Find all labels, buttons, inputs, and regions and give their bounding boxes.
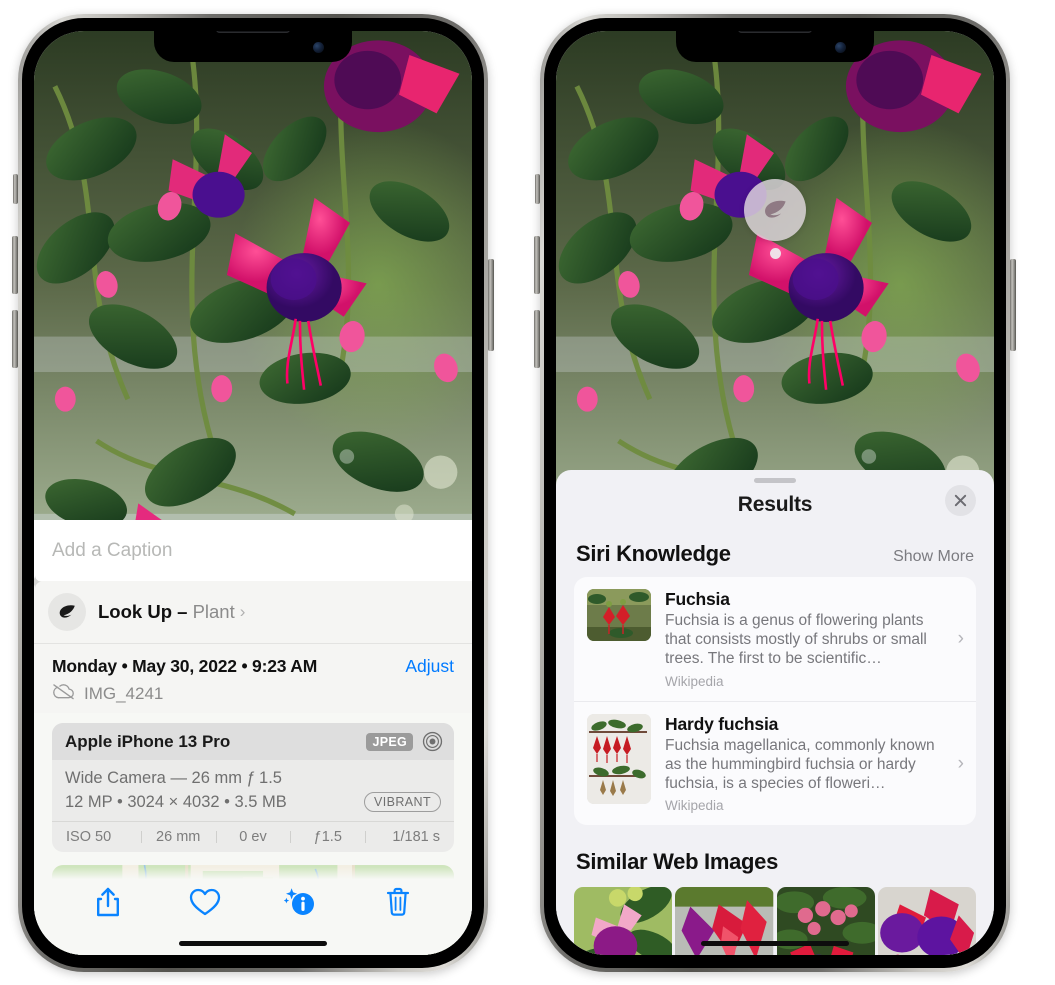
volume-down-button[interactable]	[534, 310, 540, 368]
device-notch-left	[154, 31, 352, 62]
similar-web-images-header: Similar Web Images	[556, 825, 994, 883]
close-icon[interactable]	[945, 485, 976, 516]
caption-input[interactable]: Add a Caption	[34, 520, 472, 581]
mute-switch[interactable]	[13, 174, 18, 204]
knowledge-card-list: Fuchsia Fuchsia is a genus of flowering …	[574, 577, 976, 826]
screenshot-stage: Add a Caption ✦ ✦ Look Up – Plant	[0, 0, 1055, 985]
leaf-icon	[48, 593, 86, 631]
front-camera	[313, 42, 324, 53]
icloud-slash-icon	[52, 683, 75, 705]
siri-knowledge-header: Siri Knowledge Show More	[556, 517, 994, 577]
exif-stat-aperture: ƒ1.5	[290, 829, 365, 845]
home-indicator-right[interactable]	[701, 941, 849, 946]
front-camera	[835, 42, 846, 53]
leaf-icon	[744, 179, 806, 241]
adjust-button[interactable]: Adjust	[405, 656, 454, 677]
results-sheet: Results Siri Knowledge Show More Fuchsia…	[556, 470, 994, 955]
photo-filename: IMG_4241	[84, 684, 164, 703]
exif-body: Wide Camera — 26 mm ƒ 1.5 12 MP • 3024 ×…	[52, 760, 454, 821]
exif-stat-shutter: 1/181 s	[365, 829, 446, 845]
look-up-row[interactable]: ✦ ✦ Look Up – Plant ›	[34, 574, 472, 644]
share-button[interactable]	[85, 881, 131, 923]
aperture-icon	[422, 731, 443, 752]
lens-info: Wide Camera — 26 mm ƒ 1.5	[65, 769, 282, 787]
delete-button[interactable]	[375, 881, 421, 923]
favorite-button[interactable]	[182, 881, 228, 923]
photo-datetime: Monday • May 30, 2022 • 9:23 AM	[52, 656, 318, 676]
power-button[interactable]	[488, 259, 494, 351]
device-notch-right	[676, 31, 874, 62]
power-button[interactable]	[1010, 259, 1016, 351]
photographic-style-badge: VIBRANT	[364, 792, 441, 812]
info-button[interactable]	[278, 881, 324, 923]
list-item[interactable]: Fuchsia Fuchsia is a genus of flowering …	[574, 577, 976, 701]
iphone-device-right: Results Siri Knowledge Show More Fuchsia…	[534, 14, 1016, 972]
knowledge-description: Fuchsia magellanica, commonly known as t…	[665, 736, 935, 792]
volume-down-button[interactable]	[12, 310, 18, 368]
similar-image-4[interactable]	[877, 887, 976, 955]
section-title: Similar Web Images	[576, 849, 779, 875]
exif-stat-ev: 0 ev	[215, 829, 291, 845]
sparkle-icon-large: ✦	[34, 573, 43, 592]
exif-stat-focal: 26 mm	[140, 829, 216, 845]
iphone-device-left: Add a Caption ✦ ✦ Look Up – Plant	[12, 14, 494, 972]
photo-info-panel: Add a Caption ✦ ✦ Look Up – Plant	[34, 520, 472, 955]
look-up-label: Look Up – Plant	[98, 601, 235, 623]
knowledge-description: Fuchsia is a genus of flowering plants t…	[665, 612, 927, 667]
device-bezel-right: Results Siri Knowledge Show More Fuchsia…	[544, 18, 1006, 968]
look-up-title: Look Up –	[98, 601, 188, 622]
visual-lookup-indicator[interactable]	[744, 179, 806, 259]
knowledge-title: Fuchsia	[665, 589, 730, 609]
knowledge-source: Wikipedia	[665, 673, 724, 689]
photo-metadata-block: Monday • May 30, 2022 • 9:23 AM Adjust I…	[34, 644, 472, 713]
hardy-fuchsia-thumbnail	[587, 713, 651, 804]
lookup-anchor-dot	[769, 248, 781, 259]
screen-right: Results Siri Knowledge Show More Fuchsia…	[556, 31, 994, 955]
image-dimensions: 12 MP • 3024 × 4032 • 3.5 MB	[65, 792, 287, 811]
exif-header: Apple iPhone 13 Pro JPEG	[52, 723, 454, 760]
camera-device-name: Apple iPhone 13 Pro	[65, 731, 231, 751]
show-more-button[interactable]: Show More	[893, 548, 974, 566]
knowledge-source: Wikipedia	[665, 798, 724, 814]
earpiece-speaker	[738, 31, 812, 33]
format-badge: JPEG	[366, 732, 413, 751]
chevron-right-icon: ›	[239, 602, 246, 621]
chevron-right-icon: ›	[957, 752, 964, 774]
exif-stats-row: ISO 50 26 mm 0 ev ƒ1.5 1/181 s	[52, 821, 454, 852]
look-up-subject: Plant	[192, 601, 235, 622]
similar-image-1[interactable]	[574, 887, 673, 955]
device-bezel-left: Add a Caption ✦ ✦ Look Up – Plant	[22, 18, 484, 968]
exif-card[interactable]: Apple iPhone 13 Pro JPEG Wide Camera — 2…	[52, 723, 454, 852]
chevron-right-icon: ›	[957, 627, 964, 649]
screen-left: Add a Caption ✦ ✦ Look Up – Plant	[34, 31, 472, 955]
earpiece-speaker	[216, 31, 290, 33]
volume-up-button[interactable]	[12, 236, 18, 294]
fuchsia-thumbnail	[587, 589, 651, 641]
list-item[interactable]: Hardy fuchsia Fuchsia magellanica, commo…	[574, 700, 976, 826]
mute-switch[interactable]	[535, 174, 540, 204]
caption-placeholder-text: Add a Caption	[52, 540, 173, 561]
exif-stat-iso: ISO 50	[66, 829, 112, 845]
sheet-title: Results	[737, 493, 813, 516]
volume-up-button[interactable]	[534, 236, 540, 294]
home-indicator-left[interactable]	[179, 941, 327, 946]
section-title: Siri Knowledge	[576, 541, 731, 566]
knowledge-title: Hardy fuchsia	[665, 713, 779, 734]
